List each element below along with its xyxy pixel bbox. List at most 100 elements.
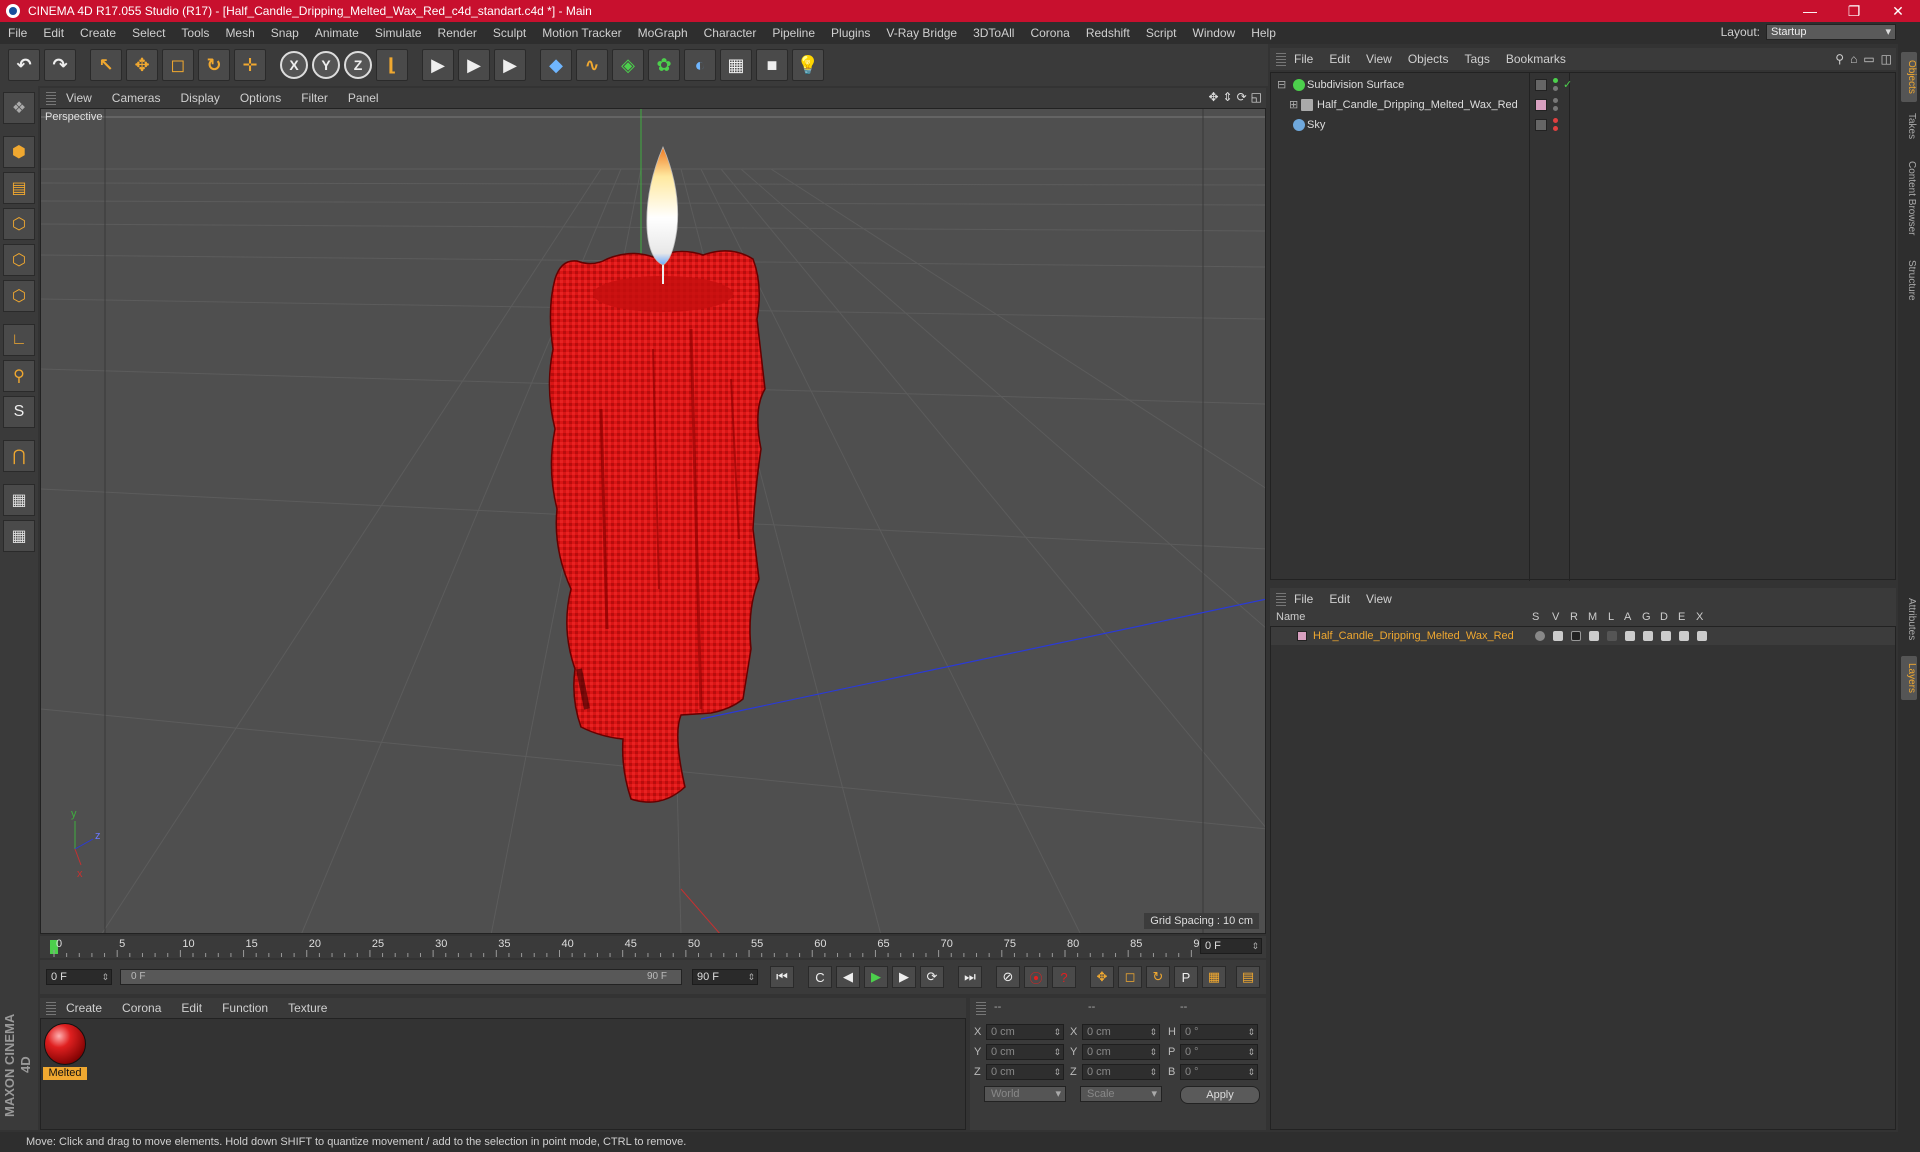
menu-character[interactable]: Character <box>696 26 765 40</box>
rot-p-field[interactable]: 0 ° <box>1180 1044 1258 1060</box>
subdivision-surface-button[interactable]: ◈ <box>612 49 644 81</box>
menu-mesh[interactable]: Mesh <box>217 26 262 40</box>
deformers-toggle-icon[interactable] <box>1661 631 1671 641</box>
redo-button[interactable]: ↷ <box>44 49 76 81</box>
layer-col-animation[interactable]: A <box>1624 611 1631 623</box>
viewport-menu-filter[interactable]: Filter <box>291 91 338 105</box>
menu-3dtoall[interactable]: 3DToAll <box>965 26 1022 40</box>
current-frame-field[interactable]: 0 F <box>1200 938 1262 954</box>
record-position-button[interactable]: ✥ <box>1090 966 1114 988</box>
expand-toggle-icon[interactable]: ⊞ <box>1289 95 1298 115</box>
y-axis-lock-button[interactable]: Y <box>312 51 340 79</box>
recent-tool-button[interactable]: ✛ <box>234 49 266 81</box>
layer-col-solo[interactable]: S <box>1532 611 1539 623</box>
menu-vray-bridge[interactable]: V-Ray Bridge <box>878 26 965 40</box>
layer-color-swatch[interactable] <box>1535 99 1547 111</box>
editor-render-toggle-icon[interactable] <box>1535 79 1547 91</box>
minimize-button[interactable]: — <box>1788 0 1832 22</box>
undo-button[interactable]: ↶ <box>8 49 40 81</box>
menu-mograph[interactable]: MoGraph <box>630 26 696 40</box>
layer-col-render[interactable]: R <box>1570 611 1578 623</box>
material-swatch[interactable]: Melted <box>43 1023 87 1081</box>
pos-z-field[interactable]: 0 cm <box>986 1064 1064 1080</box>
spline-pen-button[interactable]: ∿ <box>576 49 608 81</box>
material-menu-texture[interactable]: Texture <box>278 1001 337 1015</box>
home-icon[interactable]: ⌂ <box>1850 52 1857 66</box>
end-frame-field[interactable]: 90 F <box>692 969 758 985</box>
goto-next-keyframe-button[interactable]: ⟳ <box>920 966 944 988</box>
object-row-subdivision-surface[interactable]: ⊟ Subdivision Surface ✓ <box>1271 75 1895 95</box>
collapse-icon[interactable]: ▭ <box>1863 52 1874 66</box>
render-toggle-icon[interactable] <box>1571 631 1581 641</box>
workplane-button[interactable]: ▦ <box>3 484 35 516</box>
rotate-tool-button[interactable]: ↻ <box>198 49 230 81</box>
rotate-view-icon[interactable]: ⟳ <box>1237 90 1247 104</box>
tab-content-browser[interactable]: Content Browser <box>1901 150 1917 246</box>
menu-create[interactable]: Create <box>72 26 124 40</box>
snap-button[interactable]: ⋂ <box>3 440 35 472</box>
z-axis-lock-button[interactable]: Z <box>344 51 372 79</box>
menu-pipeline[interactable]: Pipeline <box>764 26 823 40</box>
menu-tools[interactable]: Tools <box>173 26 217 40</box>
menu-script[interactable]: Script <box>1138 26 1185 40</box>
size-y-field[interactable]: 0 cm <box>1082 1044 1160 1060</box>
perspective-viewport[interactable]: y z x Perspective Grid Spacing : 10 cm <box>40 108 1266 934</box>
expand-toggle-icon[interactable]: ⊟ <box>1277 75 1286 95</box>
goto-previous-keyframe-button[interactable]: C <box>808 966 832 988</box>
viewport-menu-options[interactable]: Options <box>230 91 291 105</box>
layer-col-locked[interactable]: L <box>1608 611 1614 623</box>
render-visibility-dot[interactable] <box>1553 86 1558 91</box>
rot-h-field[interactable]: 0 ° <box>1180 1024 1258 1040</box>
object-menu-file[interactable]: File <box>1286 52 1321 66</box>
pos-y-field[interactable]: 0 cm <box>986 1044 1064 1060</box>
live-selection-button[interactable]: ↖ <box>90 49 122 81</box>
viewport-menu-panel[interactable]: Panel <box>338 91 389 105</box>
locked-workplane-button[interactable]: ▦ <box>3 520 35 552</box>
material-menu-function[interactable]: Function <box>212 1001 278 1015</box>
menu-corona[interactable]: Corona <box>1022 26 1077 40</box>
material-menu-create[interactable]: Create <box>56 1001 112 1015</box>
render-picture-viewer-button[interactable]: ▶ <box>458 49 490 81</box>
material-menu-edit[interactable]: Edit <box>171 1001 212 1015</box>
panel-grip-icon[interactable] <box>976 1001 986 1015</box>
column-divider[interactable] <box>1529 73 1530 581</box>
zoom-view-icon[interactable]: ⇕ <box>1223 90 1233 104</box>
layer-col-deformers[interactable]: D <box>1660 611 1668 623</box>
preview-range-slider[interactable]: 0 F 90 F <box>120 969 682 985</box>
animation-toggle-icon[interactable] <box>1625 631 1635 641</box>
record-point-level-button[interactable]: ▦ <box>1202 966 1226 988</box>
layer-color-swatch[interactable] <box>1297 631 1307 641</box>
maximize-view-icon[interactable]: ◱ <box>1251 90 1262 104</box>
cube-object-button[interactable]: ◆ <box>540 49 572 81</box>
viewport-menu-cameras[interactable]: Cameras <box>102 91 171 105</box>
workplane-mode-button[interactable]: ⬡ <box>3 208 35 240</box>
record-rotation-button[interactable]: ↻ <box>1146 966 1170 988</box>
layout-dropdown[interactable]: Startup <box>1766 24 1896 40</box>
layer-manager[interactable]: Half_Candle_Dripping_Melted_Wax_Red <box>1270 626 1896 1130</box>
record-parameter-button[interactable]: P <box>1174 966 1198 988</box>
layer-menu-view[interactable]: View <box>1358 592 1400 606</box>
object-row-sky[interactable]: Sky <box>1271 115 1895 135</box>
make-editable-button[interactable]: ❖ <box>3 92 35 124</box>
camera-object-button[interactable]: ■ <box>756 49 788 81</box>
layer-col-expressions[interactable]: E <box>1678 611 1685 623</box>
panel-grip-icon[interactable] <box>46 91 56 105</box>
expressions-toggle-icon[interactable] <box>1679 631 1689 641</box>
menu-file[interactable]: File <box>0 26 35 40</box>
texture-mode-button[interactable]: ▤ <box>3 172 35 204</box>
tab-takes[interactable]: Takes <box>1901 106 1917 146</box>
menu-animate[interactable]: Animate <box>307 26 367 40</box>
object-manager[interactable]: ⊟ Subdivision Surface ✓ ⊞ Half_Candle_Dr… <box>1270 72 1896 581</box>
xref-toggle-icon[interactable] <box>1697 631 1707 641</box>
editor-visibility-dot[interactable] <box>1553 98 1558 103</box>
object-menu-objects[interactable]: Objects <box>1400 52 1457 66</box>
apply-button[interactable]: Apply <box>1180 1086 1260 1104</box>
points-mode-button[interactable]: ⬡ <box>3 244 35 276</box>
goto-start-button[interactable]: ⏮ <box>770 966 794 988</box>
panel-grip-icon[interactable] <box>46 1001 56 1015</box>
editor-render-toggle-icon[interactable] <box>1535 119 1547 131</box>
editor-visibility-dot[interactable] <box>1553 78 1558 83</box>
menu-snap[interactable]: Snap <box>263 26 307 40</box>
scale-tool-button[interactable]: ◻ <box>162 49 194 81</box>
maximize-button[interactable]: ❐ <box>1832 0 1876 22</box>
